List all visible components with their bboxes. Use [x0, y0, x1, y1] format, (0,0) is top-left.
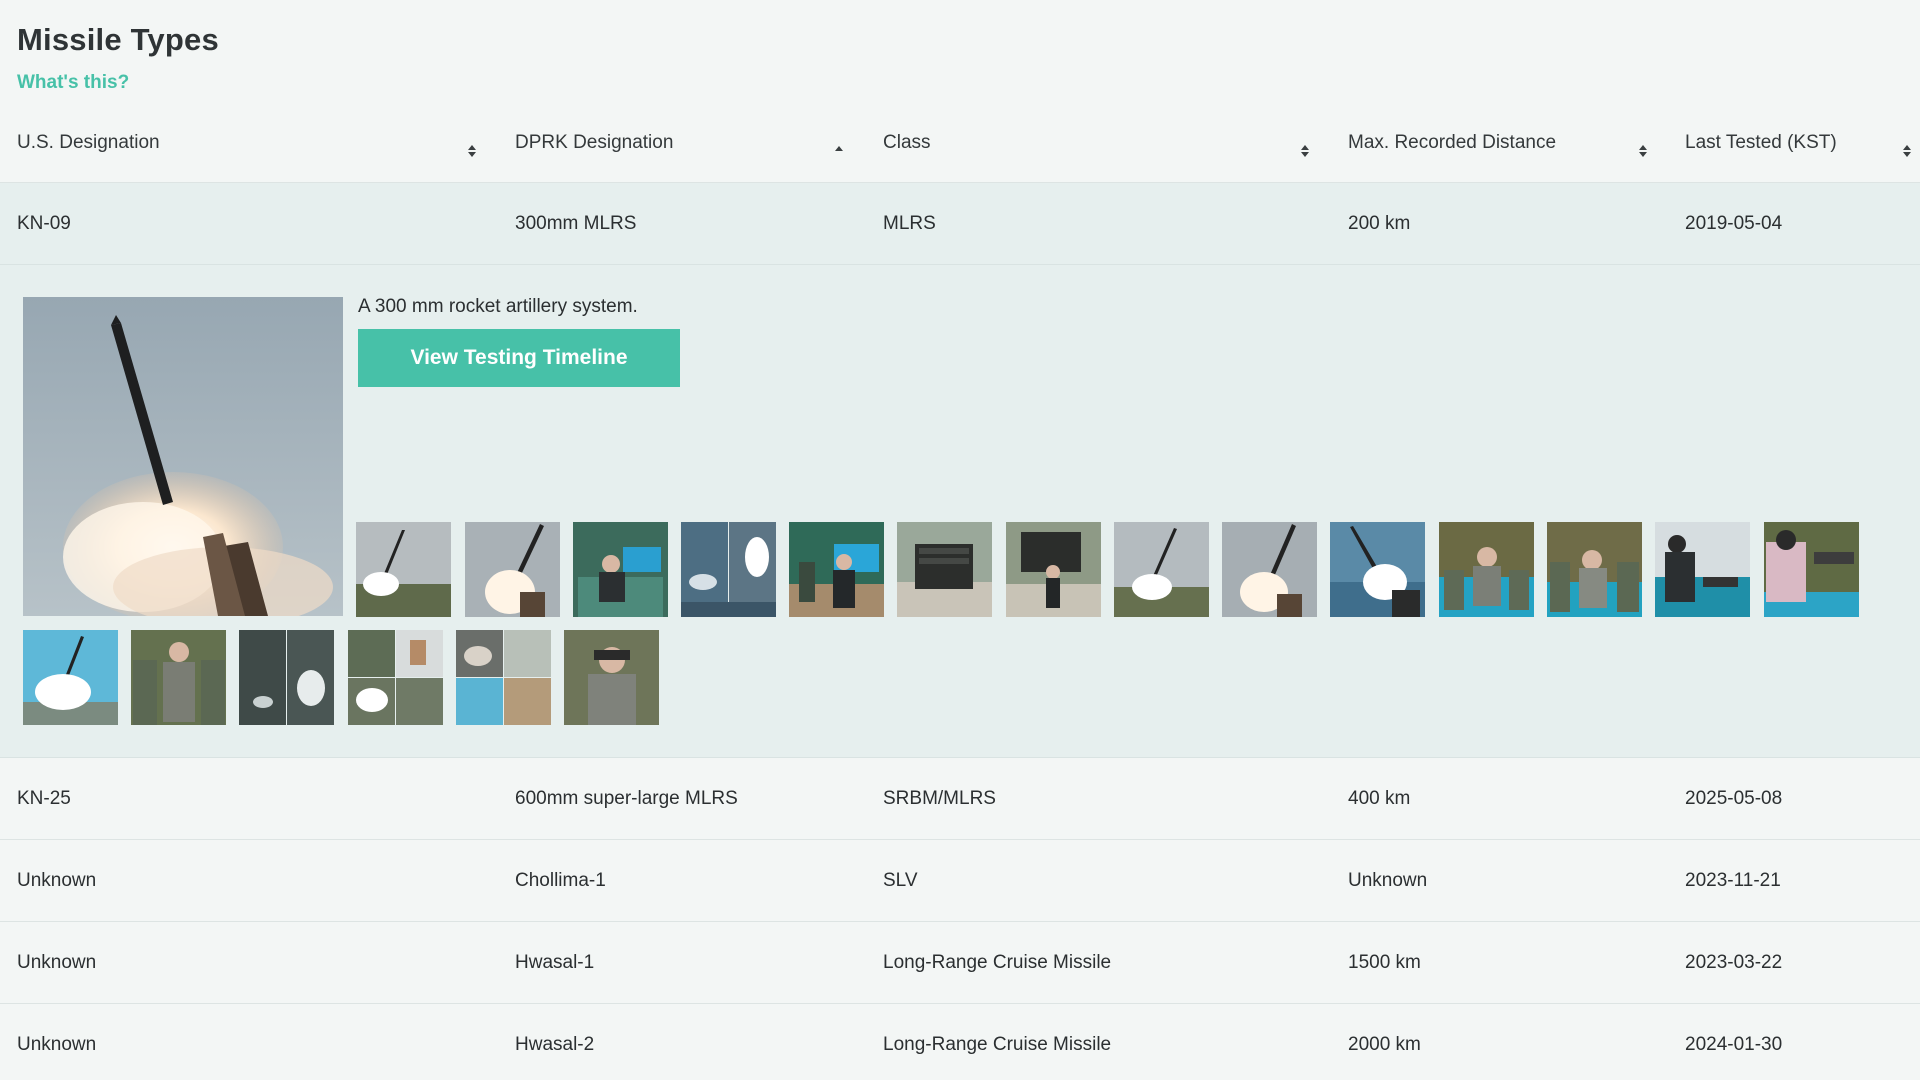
cell-max-distance: 400 km — [1348, 788, 1411, 809]
table-row-chollima-1[interactable]: Unknown Chollima-1 SLV Unknown 2023-11-2… — [0, 840, 1920, 922]
cell-dprk-designation: Chollima-1 — [515, 870, 606, 891]
cell-dprk-designation: Hwasal-2 — [515, 1034, 595, 1055]
table-header: U.S. Designation DPRK Designation Class … — [0, 112, 1920, 183]
row-detail-panel: A 300 mm rocket artillery system. View T… — [0, 265, 1920, 758]
sort-both-icon — [1300, 142, 1310, 160]
cell-last-tested: 2023-03-22 — [1685, 952, 1783, 973]
gallery-thumbnail[interactable] — [789, 522, 884, 617]
column-header-dprk-designation[interactable]: DPRK Designation — [515, 132, 845, 162]
column-header-max-distance[interactable]: Max. Recorded Distance — [1348, 132, 1658, 162]
whats-this-link[interactable]: What's this? — [17, 72, 129, 94]
gallery-thumbnail[interactable] — [465, 522, 560, 617]
cell-class: SLV — [883, 870, 918, 891]
gallery-thumbnail[interactable] — [356, 522, 451, 617]
gallery-thumbnail[interactable] — [564, 630, 659, 725]
column-header-class[interactable]: Class — [883, 132, 1313, 162]
gallery-thumbnail[interactable] — [131, 630, 226, 725]
page: Missile Types What's this? U.S. Designat… — [0, 0, 1920, 1080]
cell-class: MLRS — [883, 213, 936, 234]
cell-class: Long-Range Cruise Missile — [883, 952, 1112, 973]
cell-dprk-designation: Hwasal-1 — [515, 952, 595, 973]
cell-class: Long-Range Cruise Missile — [883, 1034, 1112, 1055]
cell-us-designation: Unknown — [17, 870, 97, 891]
gallery-thumbnail[interactable] — [1006, 522, 1101, 617]
gallery-thumbnail[interactable] — [1764, 522, 1859, 617]
gallery-thumbnail[interactable] — [897, 522, 992, 617]
column-header-label: Last Tested (KST) — [1685, 132, 1837, 153]
column-header-label: Max. Recorded Distance — [1348, 132, 1557, 153]
sort-both-icon — [1638, 142, 1648, 160]
gallery-thumbnail[interactable] — [1547, 522, 1642, 617]
cell-dprk-designation: 600mm super-large MLRS — [515, 788, 738, 809]
gallery-thumbnail[interactable] — [23, 630, 118, 725]
gallery-thumbnail[interactable] — [239, 630, 334, 725]
gallery-thumbnail[interactable] — [1655, 522, 1750, 617]
page-title: Missile Types — [17, 22, 219, 57]
sort-both-icon — [467, 142, 477, 160]
column-header-label: U.S. Designation — [17, 132, 160, 153]
cell-us-designation: Unknown — [17, 952, 97, 973]
view-testing-timeline-button[interactable]: View Testing Timeline — [358, 329, 680, 387]
cell-last-tested: 2019-05-04 — [1685, 213, 1783, 234]
cell-max-distance: Unknown — [1348, 870, 1428, 891]
gallery-thumbnail[interactable] — [456, 630, 551, 725]
sort-ascending-icon — [834, 142, 844, 160]
table-row-hwasal-1[interactable]: Unknown Hwasal-1 Long-Range Cruise Missi… — [0, 922, 1920, 1004]
cell-max-distance: 200 km — [1348, 213, 1411, 234]
cell-last-tested: 2023-11-21 — [1685, 870, 1781, 891]
table-row-kn-09[interactable]: KN-09 300mm MLRS MLRS 200 km 2019-05-04 — [0, 183, 1920, 265]
missile-description: A 300 mm rocket artillery system. — [358, 296, 638, 317]
gallery-thumbnail[interactable] — [573, 522, 668, 617]
column-header-label: DPRK Designation — [515, 132, 674, 153]
column-header-us-designation[interactable]: U.S. Designation — [17, 132, 477, 162]
cell-last-tested: 2024-01-30 — [1685, 1034, 1783, 1055]
gallery-thumbnail[interactable] — [681, 522, 776, 617]
cell-max-distance: 2000 km — [1348, 1034, 1421, 1055]
cell-us-designation: KN-25 — [17, 788, 71, 809]
cell-us-designation: KN-09 — [17, 213, 71, 234]
column-header-label: Class — [883, 132, 931, 153]
main-missile-photo[interactable] — [23, 297, 343, 616]
cell-dprk-designation: 300mm MLRS — [515, 213, 637, 234]
table-row-kn-25[interactable]: KN-25 600mm super-large MLRS SRBM/MLRS 4… — [0, 758, 1920, 840]
table-row-hwasal-2[interactable]: Unknown Hwasal-2 Long-Range Cruise Missi… — [0, 1004, 1920, 1080]
column-header-last-tested[interactable]: Last Tested (KST) — [1685, 132, 1915, 162]
missile-types-table: U.S. Designation DPRK Designation Class … — [0, 112, 1920, 1080]
gallery-thumbnail[interactable] — [348, 630, 443, 725]
sort-both-icon — [1902, 142, 1912, 160]
cell-us-designation: Unknown — [17, 1034, 97, 1055]
cell-class: SRBM/MLRS — [883, 788, 996, 809]
gallery-thumbnail[interactable] — [1114, 522, 1209, 617]
gallery-thumbnail[interactable] — [1439, 522, 1534, 617]
gallery-thumbnail[interactable] — [1222, 522, 1317, 617]
cell-max-distance: 1500 km — [1348, 952, 1421, 973]
cell-last-tested: 2025-05-08 — [1685, 788, 1783, 809]
gallery-thumbnail[interactable] — [1330, 522, 1425, 617]
